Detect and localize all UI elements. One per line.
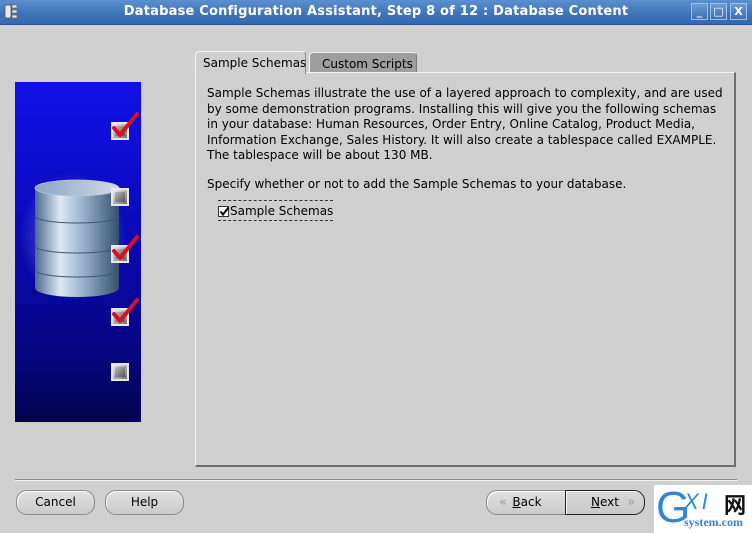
footer-separator bbox=[15, 479, 737, 481]
cancel-button[interactable]: Cancel bbox=[16, 490, 95, 515]
minimize-button[interactable]: _ bbox=[691, 3, 708, 20]
specify-instruction: Specify whether or not to add the Sample… bbox=[207, 177, 627, 191]
step-checkbox-2 bbox=[111, 188, 129, 206]
database-cylinder-icon bbox=[34, 179, 120, 297]
tab-custom-scripts[interactable]: Custom Scripts bbox=[309, 52, 417, 73]
title-bar[interactable]: Database Configuration Assistant, Step 8… bbox=[0, 0, 752, 25]
back-button[interactable]: « Back bbox=[486, 490, 568, 515]
red-checkmark-icon bbox=[112, 112, 139, 137]
maximize-button[interactable]: □ bbox=[710, 3, 727, 20]
checkbox-box[interactable] bbox=[218, 205, 230, 217]
close-icon: X bbox=[734, 5, 743, 18]
close-button[interactable]: X bbox=[730, 3, 747, 20]
red-checkmark-icon bbox=[112, 235, 139, 260]
next-mnemonic: N bbox=[591, 495, 600, 509]
minimize-icon: _ bbox=[696, 5, 703, 18]
step-checkbox-4 bbox=[111, 298, 139, 326]
checkmark-icon bbox=[219, 206, 230, 216]
step-checkbox-3 bbox=[111, 235, 139, 263]
sample-schemas-description: Sample Schemas illustrate the use of a l… bbox=[207, 86, 723, 162]
tab-sample-schemas[interactable]: Sample Schemas bbox=[195, 51, 306, 74]
tab-panel: Sample Schemas illustrate the use of a l… bbox=[195, 72, 736, 467]
next-arrow-icon: » bbox=[627, 495, 635, 510]
checkbox-label: Sample Schemas bbox=[230, 204, 334, 218]
help-button[interactable]: Help bbox=[105, 490, 184, 515]
maximize-icon: □ bbox=[713, 5, 724, 18]
next-button[interactable]: Next » bbox=[565, 490, 645, 515]
back-mnemonic: B bbox=[512, 495, 521, 509]
step-checkbox-5 bbox=[111, 363, 129, 381]
watermark-logo: G XI 网 system.com bbox=[654, 483, 752, 533]
window-title: Database Configuration Assistant, Step 8… bbox=[123, 4, 629, 19]
step-checkbox-1 bbox=[111, 112, 139, 140]
red-checkmark-icon bbox=[112, 298, 139, 323]
sample-schemas-checkbox[interactable]: Sample Schemas bbox=[218, 200, 334, 221]
wizard-progress-image bbox=[15, 82, 141, 422]
